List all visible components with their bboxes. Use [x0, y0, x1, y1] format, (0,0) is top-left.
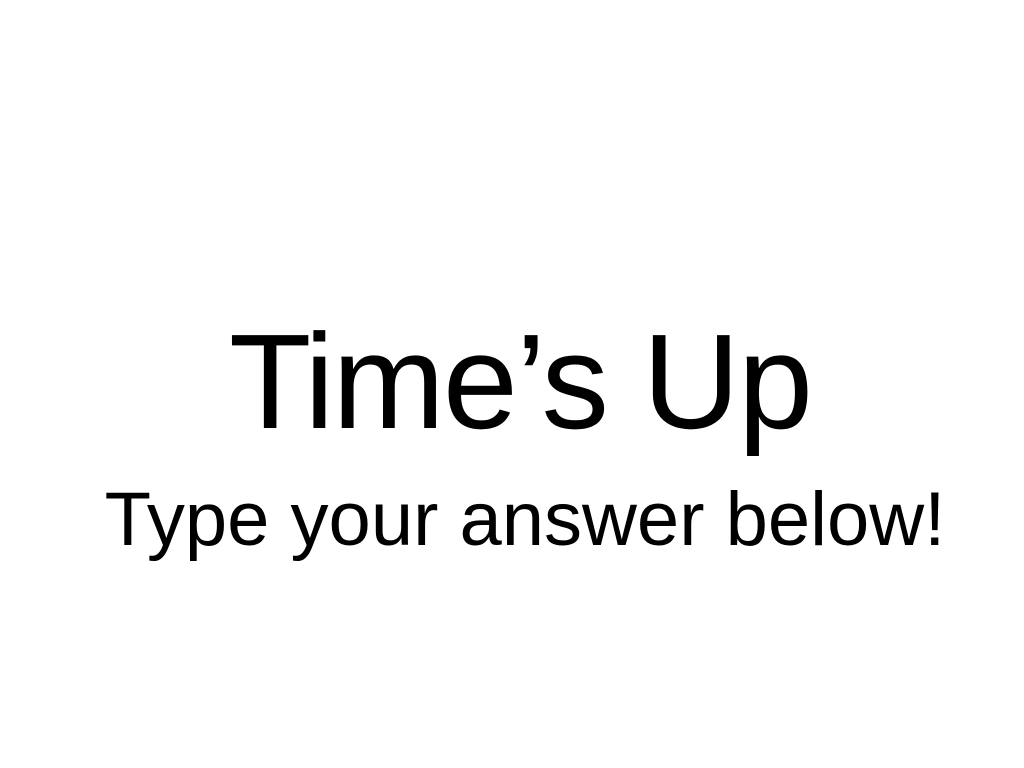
answer-instruction: Type your answer below!: [104, 477, 946, 562]
times-up-screen: Time’s Up Type your answer below!: [0, 0, 1024, 768]
times-up-heading: Time’s Up: [228, 306, 813, 457]
